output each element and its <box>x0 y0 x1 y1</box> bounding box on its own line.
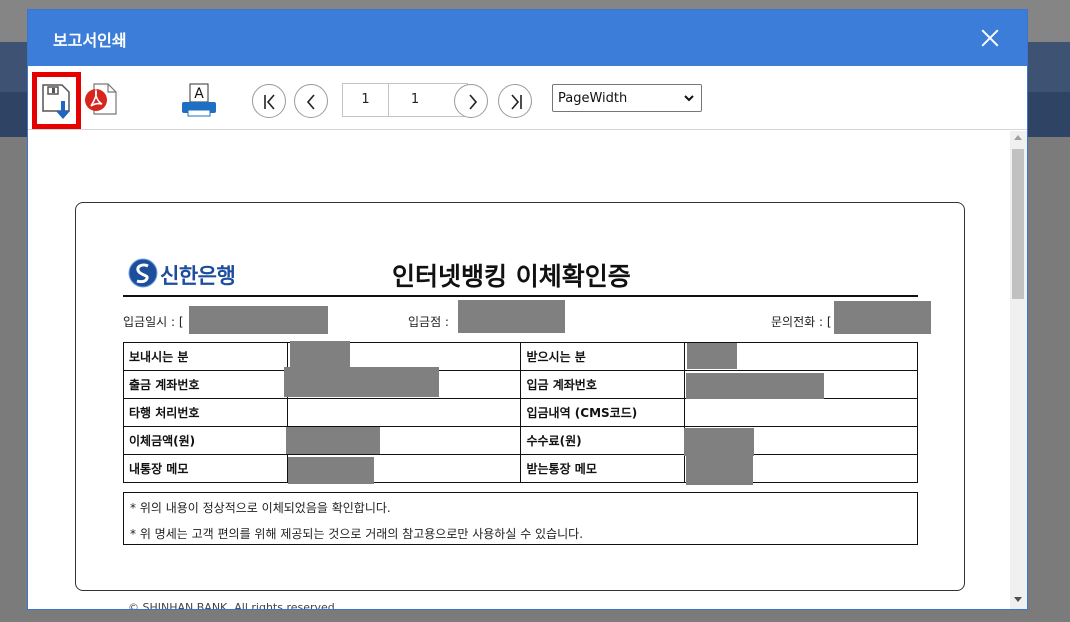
deposit-branch-label: 입금점 : <box>408 315 449 329</box>
row-left-label: 이체금액(원) <box>123 426 288 455</box>
chevron-down-icon <box>684 95 694 102</box>
redacted-fee <box>684 428 754 456</box>
copyright-text: © SHINHAN BANK. All rights reserved. <box>128 601 339 609</box>
page-indicator: 1 1 <box>342 83 468 117</box>
transfer-certificate: 신한은행 인터넷뱅킹 이체확인증 입금일시 : [ 입금점 : 문의전화 : [… <box>75 202 965 591</box>
vertical-scrollbar[interactable] <box>1010 131 1027 609</box>
bank-logo: 신한은행 <box>128 258 236 292</box>
shinhan-logo-icon <box>128 258 158 288</box>
modal-title: 보고서인쇄 <box>53 31 127 50</box>
report-toolbar: A 1 1 PageWidth <box>28 66 1027 130</box>
redacted-deposit-account <box>686 373 824 399</box>
last-page-button[interactable] <box>498 84 532 118</box>
redacted-deposit-branch <box>458 300 565 333</box>
report-viewer[interactable]: 신한은행 인터넷뱅킹 이체확인증 입금일시 : [ 입금점 : 문의전화 : [… <box>28 131 1027 609</box>
redacted-recipient-memo <box>686 455 753 485</box>
svg-text:A: A <box>194 86 204 102</box>
print-button[interactable]: A <box>180 82 218 120</box>
redacted-recipient <box>687 343 737 369</box>
note-line-2: * 위 명세는 고객 편의를 위해 제공되는 것으로 거래의 참고용으로만 사용… <box>130 527 584 541</box>
row-left-label: 내통장 메모 <box>123 454 288 483</box>
redacted-contact <box>834 301 931 334</box>
redacted-withdrawal-account <box>284 367 439 397</box>
table-row: 내통장 메모 받는통장 메모 <box>123 454 918 483</box>
deposit-date-label: 입금일시 : [ <box>123 315 184 329</box>
first-page-button[interactable] <box>252 84 286 118</box>
row-left-value <box>286 398 522 427</box>
row-right-label: 수수료(원) <box>520 426 686 455</box>
confirmation-notes: * 위의 내용이 정상적으로 이체되었음을 확인합니다. * 위 명세는 고객 … <box>123 492 918 545</box>
row-right-value <box>684 398 918 427</box>
bank-name: 신한은행 <box>160 264 236 288</box>
scroll-down-icon[interactable] <box>1014 597 1022 602</box>
note-line-1: * 위의 내용이 정상적으로 이체되었음을 확인합니다. <box>130 501 391 515</box>
current-page-input[interactable]: 1 <box>343 92 388 107</box>
redacted-my-memo <box>288 457 374 484</box>
row-left-label: 보내시는 분 <box>123 342 288 371</box>
previous-page-button[interactable] <box>294 84 328 118</box>
row-right-label: 입금 계좌번호 <box>520 370 686 399</box>
contact-label: 문의전화 : [ <box>771 315 832 329</box>
redacted-sender <box>290 341 350 369</box>
close-icon[interactable] <box>976 24 1004 52</box>
redacted-transfer-amount <box>286 427 380 454</box>
pdf-export-button[interactable] <box>84 80 120 116</box>
pdf-icon <box>85 83 117 115</box>
scroll-up-icon[interactable] <box>1014 135 1022 140</box>
title-divider <box>123 295 918 297</box>
row-left-label: 출금 계좌번호 <box>123 370 288 399</box>
first-page-icon <box>264 94 275 110</box>
zoom-value: PageWidth <box>558 91 628 106</box>
modal-header: 보고서인쇄 <box>28 10 1027 66</box>
scrollbar-thumb[interactable] <box>1012 149 1024 299</box>
redacted-deposit-date <box>189 306 328 334</box>
previous-page-icon <box>306 94 315 110</box>
total-pages: 1 <box>410 92 420 107</box>
table-row: 타행 처리번호 입금내역 (CMS코드) <box>123 398 918 427</box>
row-left-label: 타행 처리번호 <box>123 398 288 427</box>
last-page-icon <box>511 94 522 110</box>
document-title: 인터넷뱅킹 이체확인증 <box>392 262 631 291</box>
table-row: 보내시는 분 받으시는 분 <box>123 342 918 371</box>
save-download-icon <box>42 84 70 119</box>
next-page-icon <box>469 94 478 110</box>
print-icon: A <box>182 83 216 117</box>
row-right-label: 받으시는 분 <box>520 342 686 371</box>
next-page-button[interactable] <box>454 84 488 118</box>
table-row: 이체금액(원) 수수료(원) <box>123 426 918 455</box>
row-right-label: 받는통장 메모 <box>520 454 686 483</box>
transfer-info-table: 보내시는 분 받으시는 분출금 계좌번호 입금 계좌번호타행 처리번호 입금내역 (C… <box>123 342 918 483</box>
zoom-select[interactable]: PageWidth <box>552 84 702 112</box>
save-button[interactable] <box>32 72 81 129</box>
row-right-label: 입금내역 (CMS코드) <box>520 398 686 427</box>
print-report-modal: 보고서인쇄 A 1 1 PageWidth 신한은행 인터넷뱅킹 이체확인증 입… <box>27 9 1028 610</box>
